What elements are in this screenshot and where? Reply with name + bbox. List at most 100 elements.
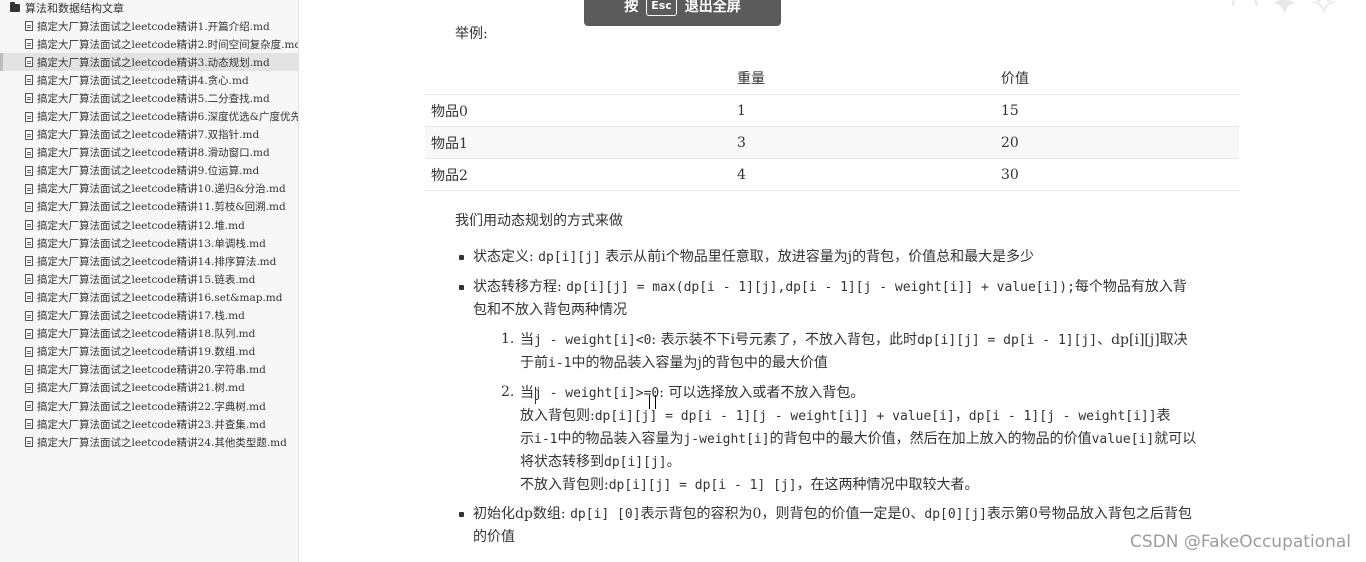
bullet-initialization-line2: 的价值	[473, 529, 515, 545]
file-tree-item[interactable]: 搞定大厂算法面试之leetcode精讲13.单调栈.md	[0, 234, 298, 252]
markdown-file-icon	[25, 220, 33, 231]
file-name: 搞定大厂算法面试之leetcode精讲2.时间空间复杂度.md	[37, 38, 298, 51]
table-cell: 3	[731, 126, 995, 159]
markdown-content: ◠ ✦ ✧ 举例: 按 Esc 退出全屏 重量 价值 物品0 1 15 物品1 …	[299, 0, 1366, 562]
file-tree-item[interactable]: 搞定大厂算法面试之leetcode精讲23.并查集.md	[0, 415, 298, 433]
bullet-state-definition: 状态定义: dp[i][j] 表示从前i个物品里任意取，放进容量为j的背包，价值…	[473, 246, 1034, 269]
markdown-file-icon	[25, 147, 33, 158]
text: 中的物品装入容量为	[557, 431, 684, 447]
numbered-item-1: 当j - weight[i]<0: 表示装不下i号元素了，不放入背包，此时dp[…	[520, 329, 1188, 352]
text: : 表示装不下i号元素了，不放入背包，此时	[651, 332, 918, 348]
markdown-file-icon	[25, 382, 33, 393]
folder-icon	[10, 2, 20, 12]
markdown-file-icon	[25, 274, 33, 285]
file-name: 搞定大厂算法面试之leetcode精讲13.单调栈.md	[37, 237, 266, 250]
table-cell: 物品2	[425, 158, 731, 191]
file-tree-item[interactable]: 搞定大厂算法面试之leetcode精讲14.排序算法.md	[0, 252, 298, 270]
file-tree-item[interactable]: 搞定大厂算法面试之leetcode精讲7.双指针.md	[0, 126, 298, 144]
table-header-cell: 重量	[731, 62, 995, 95]
markdown-file-icon	[25, 201, 33, 212]
watermark-text: CSDN @FakeOccupational	[1130, 532, 1351, 552]
file-tree-item[interactable]: 搞定大厂算法面试之leetcode精讲5.二分查找.md	[0, 89, 298, 107]
file-tree-item[interactable]: 搞定大厂算法面试之leetcode精讲24.其他类型题.md	[0, 433, 298, 451]
text: 放入背包则:	[520, 408, 595, 424]
file-tree-item[interactable]: 搞定大厂算法面试之leetcode精讲8.滑动窗口.md	[0, 144, 298, 162]
text: 表示背包的容积为0，则背包的价值一定是0、	[640, 506, 925, 522]
folder-row[interactable]: 算法和数据结构文章	[10, 0, 124, 16]
file-tree-item[interactable]: 搞定大厂算法面试之leetcode精讲15.链表.md	[0, 270, 298, 288]
file-name: 搞定大厂算法面试之leetcode精讲23.并查集.md	[37, 418, 266, 431]
markdown-file-icon	[25, 364, 33, 375]
bullet-transition-line2: 包和不放入背包两种情况	[473, 302, 627, 318]
file-name: 搞定大厂算法面试之leetcode精讲4.贪心.md	[37, 74, 249, 87]
file-tree-item[interactable]: 搞定大厂算法面试之leetcode精讲20.字符串.md	[0, 361, 298, 379]
markdown-file-icon	[25, 401, 33, 412]
text: 示	[520, 431, 534, 447]
file-name: 搞定大厂算法面试之leetcode精讲22.字典树.md	[37, 400, 266, 413]
text: ，	[954, 408, 969, 424]
text: 就可以	[1154, 431, 1197, 447]
markdown-file-icon	[25, 346, 33, 357]
list-number: 1.	[501, 331, 515, 347]
table-row: 物品1 3 20	[425, 126, 1239, 159]
text: 状态定义:	[473, 249, 534, 265]
markdown-file-icon	[25, 437, 33, 448]
file-tree-item[interactable]: 搞定大厂算法面试之leetcode精讲17.栈.md	[0, 307, 298, 325]
file-list: 搞定大厂算法面试之leetcode精讲1.开篇介绍.md 搞定大厂算法面试之lee…	[0, 17, 298, 451]
inline-code: dp[0][j]	[924, 507, 987, 522]
table-cell: 1	[731, 94, 995, 127]
markdown-file-icon	[25, 57, 33, 68]
file-tree-item[interactable]: 搞定大厂算法面试之leetcode精讲12.堆.md	[0, 216, 298, 234]
file-name: 搞定大厂算法面试之leetcode精讲18.队列.md	[37, 328, 256, 341]
inline-code: dp[i][j] = dp[i - 1] [j]	[608, 478, 797, 493]
text: 表示从前i个物品里任意取，放进容量为j的背包，价值总和最大是多少	[605, 249, 1035, 265]
inline-code: dp[i][j] = dp[i - 1][j]	[917, 333, 1098, 348]
text-caret	[535, 387, 536, 404]
text: 将状态转移到	[520, 454, 604, 470]
file-tree-item[interactable]: 搞定大厂算法面试之leetcode精讲10.递归&分治.md	[0, 180, 298, 198]
file-tree-item[interactable]: 搞定大厂算法面试之leetcode精讲21.树.md	[0, 379, 298, 397]
fullscreen-toast: 按 Esc 退出全屏	[584, 0, 781, 26]
file-tree-item[interactable]: 搞定大厂算法面试之leetcode精讲18.队列.md	[0, 325, 298, 343]
file-name: 搞定大厂算法面试之leetcode精讲16.set&map.md	[37, 291, 283, 304]
numbered-item-2-line2: 放入背包则:dp[i][j] = dp[i - 1][j - weight[i]…	[520, 405, 1171, 428]
bullet-marker	[459, 512, 464, 517]
esc-key-badge: Esc	[646, 0, 677, 16]
table-header-cell: 价值	[995, 62, 1239, 95]
file-tree-item[interactable]: 搞定大厂算法面试之leetcode精讲1.开篇介绍.md	[0, 17, 298, 35]
text: ，在这两种情况中取较大者。	[796, 477, 979, 493]
table-cell: 15	[995, 94, 1239, 127]
file-tree-item[interactable]: 搞定大厂算法面试之leetcode精讲11.剪枝&回溯.md	[0, 198, 298, 216]
inline-code: dp[i - 1][j - weight[i]]	[968, 409, 1157, 424]
inline-code: dp[i] [0]	[570, 507, 641, 522]
file-tree-item[interactable]: 搞定大厂算法面试之leetcode精讲4.贪心.md	[0, 71, 298, 89]
file-tree-item[interactable]: 搞定大厂算法面试之leetcode精讲9.位运算.md	[0, 162, 298, 180]
list-number: 2.	[501, 384, 515, 400]
file-tree-item[interactable]: 搞定大厂算法面试之leetcode精讲19.数组.md	[0, 343, 298, 361]
file-tree-item[interactable]: 搞定大厂算法面试之leetcode精讲6.深度优选&广度优先.	[0, 107, 298, 125]
inline-code: dp[i][j] = dp[i - 1][j - weight[i]] + va…	[594, 409, 955, 424]
file-tree-item[interactable]: 搞定大厂算法面试之leetcode精讲16.set&map.md	[0, 288, 298, 306]
text: 。	[666, 454, 681, 470]
watermark-logo: ◠ ✦ ✧	[1229, 0, 1338, 24]
numbered-item-2: 当j - weight[i]>=0: 可以选择放入或者不放入背包。	[520, 382, 864, 405]
numbered-item-2-line5: 不放入背包则:dp[i][j] = dp[i - 1] [j]，在这两种情况中取…	[520, 474, 979, 497]
folder-label: 算法和数据结构文章	[25, 2, 124, 15]
markdown-file-icon	[25, 256, 33, 267]
ibeam-cursor-icon	[649, 395, 656, 409]
table-cell: 30	[995, 158, 1239, 191]
markdown-file-icon	[25, 21, 33, 32]
file-name: 搞定大厂算法面试之leetcode精讲12.堆.md	[37, 219, 245, 232]
markdown-file-icon	[25, 111, 33, 122]
markdown-file-icon	[25, 328, 33, 339]
file-tree-item[interactable]: 搞定大厂算法面试之leetcode精讲3.动态规划.md	[0, 53, 298, 72]
inline-code: dp[i][j]	[538, 250, 601, 265]
file-tree-item[interactable]: 搞定大厂算法面试之leetcode精讲22.字典树.md	[0, 397, 298, 415]
example-label: 举例:	[455, 26, 488, 42]
file-name: 搞定大厂算法面试之leetcode精讲19.数组.md	[37, 346, 256, 359]
bullet-marker	[459, 255, 464, 260]
file-tree-sidebar: 算法和数据结构文章 搞定大厂算法面试之leetcode精讲1.开篇介绍.md 搞定…	[0, 0, 299, 562]
inline-code: j - weight[i]>=0	[534, 386, 660, 401]
file-tree-item[interactable]: 搞定大厂算法面试之leetcode精讲2.时间空间复杂度.md	[0, 35, 298, 53]
inline-code: j-weight[i]	[683, 432, 770, 447]
